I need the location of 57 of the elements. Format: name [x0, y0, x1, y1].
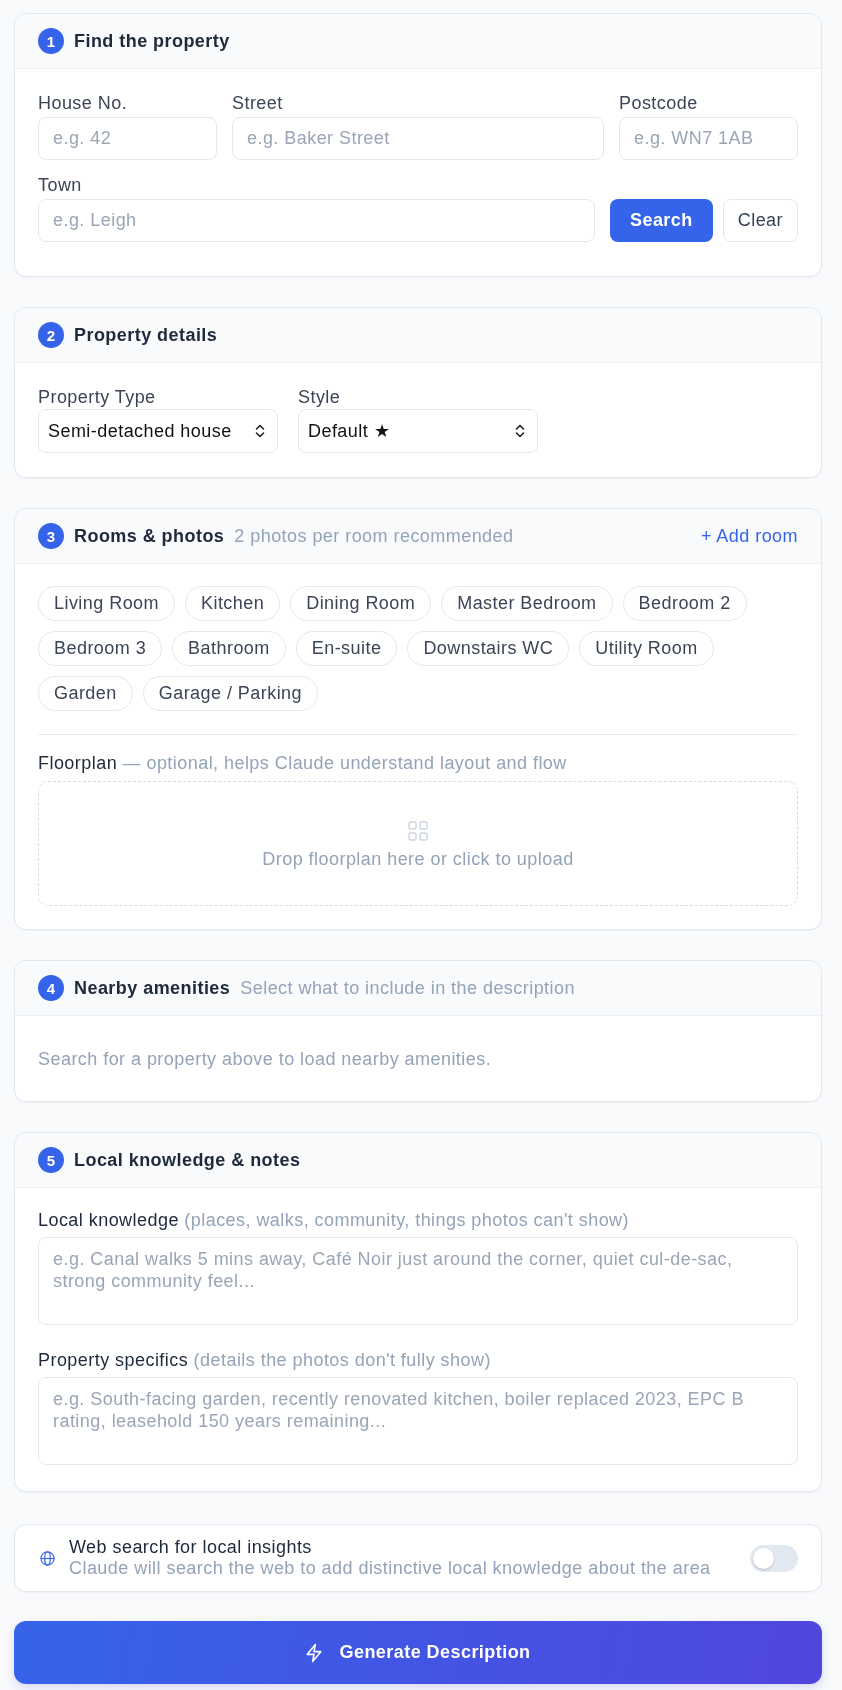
- dropdown-select[interactable]: Semi-detached house: [38, 409, 278, 453]
- step-number: 3: [38, 523, 64, 549]
- dropdown-select[interactable]: Default ★: [298, 409, 538, 453]
- section-hint: Select what to include in the description: [240, 977, 575, 999]
- field-label: Style: [298, 387, 342, 407]
- section-title: Nearby amenities: [74, 977, 231, 999]
- field-label: Local knowledge: [38, 1210, 179, 1230]
- globe-icon: [40, 1550, 55, 1566]
- room-chip[interactable]: Master Bedroom: [441, 586, 613, 621]
- setting-title: Web search for local insights: [69, 1537, 313, 1558]
- field-hint: (details the photos don't fully show): [193, 1350, 491, 1370]
- step-number: 1: [38, 28, 64, 54]
- section-title: Rooms & photos: [74, 525, 225, 547]
- input-field[interactable]: e.g. 42: [38, 117, 217, 160]
- text-area[interactable]: e.g. Canal walks 5 mins away, Café Noir just around the corner, quiet cul-de-sac, strong community feel...: [38, 1237, 798, 1325]
- lightning-icon: [305, 1642, 324, 1663]
- room-chip[interactable]: Utility Room: [579, 631, 714, 666]
- field-label: Street: [232, 93, 284, 113]
- step-number: 4: [38, 975, 64, 1001]
- section-title: Local knowledge & notes: [74, 1149, 301, 1171]
- field-label: Postcode: [619, 93, 699, 113]
- field-label: Property Type: [38, 387, 157, 407]
- room-chip[interactable]: Bedroom 2: [622, 586, 747, 621]
- chevron-updown-icon: [515, 423, 525, 439]
- grid-icon: [408, 821, 428, 841]
- room-chip[interactable]: Garage / Parking: [142, 676, 319, 711]
- search-button[interactable]: Search: [610, 199, 713, 242]
- room-chip[interactable]: Bedroom 3: [38, 631, 163, 666]
- add-room-link[interactable]: + Add room: [700, 525, 798, 547]
- step-number: 5: [38, 1147, 64, 1173]
- input-field[interactable]: e.g. Baker Street: [232, 117, 604, 160]
- step-number: 2: [38, 322, 64, 348]
- room-chip[interactable]: Bathroom: [172, 631, 286, 666]
- section-hint: 2 photos per room recommended: [234, 525, 514, 547]
- text-area[interactable]: e.g. South-facing garden, recently renovated kitchen, boiler replaced 2023, EPC B rating, leasehold 150 years remaining...: [38, 1377, 798, 1465]
- section-title: Property details: [74, 324, 218, 346]
- input-field[interactable]: e.g. Leigh: [38, 199, 595, 242]
- floorplan-hint: — optional, helps Claude understand layout and flow: [122, 753, 567, 773]
- room-chip[interactable]: Living Room: [38, 586, 175, 621]
- field-label: House No.: [38, 93, 129, 113]
- clear-button[interactable]: Clear: [722, 199, 798, 242]
- toggle-switch[interactable]: [750, 1544, 798, 1572]
- field-label: Town: [38, 175, 83, 195]
- room-chip[interactable]: Dining Room: [290, 586, 432, 621]
- room-chip[interactable]: Kitchen: [185, 586, 281, 621]
- field-label: Property specifics: [38, 1350, 189, 1370]
- setting-description: Claude will search the web to add distinctive local knowledge about the area: [69, 1558, 712, 1579]
- chevron-updown-icon: [255, 423, 265, 439]
- empty-message: Search for a property above to load nearby amenities.: [38, 1048, 493, 1071]
- room-chip[interactable]: En-suite: [295, 631, 398, 666]
- input-field[interactable]: e.g. WN7 1AB: [619, 117, 798, 160]
- floorplan-label: Floorplan: [38, 753, 118, 773]
- room-chip[interactable]: Downstairs WC: [407, 631, 570, 666]
- generate-button[interactable]: Generate Description: [14, 1621, 822, 1684]
- section-title: Find the property: [74, 30, 230, 52]
- field-hint: (places, walks, community, things photos can't show): [184, 1210, 629, 1230]
- room-chip[interactable]: Garden: [38, 676, 133, 711]
